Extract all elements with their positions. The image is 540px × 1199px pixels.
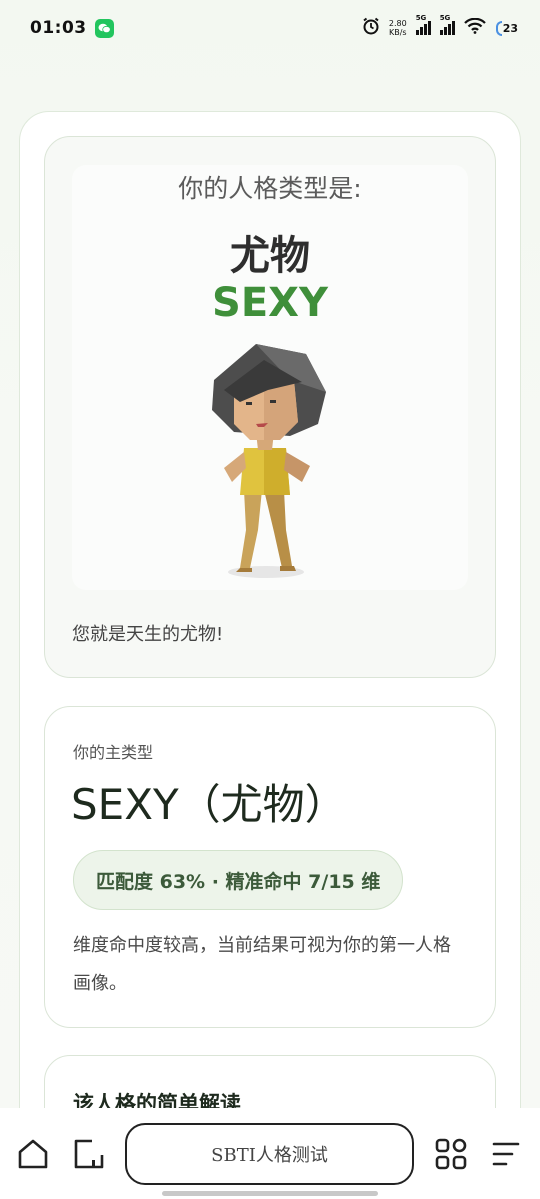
character-illustration (212, 344, 326, 578)
signal-icon-2: 5G (439, 14, 455, 35)
result-poster: 你的人格类型是: 尤物 SEXY (72, 165, 468, 590)
new-tab-icon[interactable] (72, 1137, 106, 1171)
menu-icon[interactable] (490, 1137, 524, 1171)
home-indicator[interactable] (162, 1191, 378, 1196)
wechat-icon (94, 18, 114, 38)
sim1-label: 5G (415, 14, 427, 22)
match-badge: 匹配度 63% · 精准命中 7/15 维 (73, 850, 404, 910)
personality-name: 尤物 (230, 233, 310, 279)
main-type-title: SEXY（尤物） (71, 780, 347, 829)
address-bar[interactable]: SBTI人格测试 (125, 1123, 414, 1185)
battery-level: 23 (502, 21, 518, 35)
wifi-icon (463, 17, 486, 38)
tabs-grid-icon[interactable] (434, 1137, 468, 1171)
net-speed: 2.80 KB/s (389, 19, 407, 37)
main-type-label: 你的主类型 (73, 743, 154, 762)
net-speed-unit: KB/s (388, 28, 407, 37)
status-bar: 01:03 2.80 KB/s 5G 5G 23 (0, 0, 540, 56)
personality-code: SEXY (212, 280, 328, 326)
result-description: 您就是天生的尤物! (72, 624, 224, 645)
main-type-card: 你的主类型 SEXY（尤物） 匹配度 63% · 精准命中 7/15 维 维度命… (44, 706, 496, 1028)
signal-icon: 5G (415, 14, 431, 35)
browser-bottom-bar: SBTI人格测试 (0, 1108, 540, 1199)
alarm-icon (362, 17, 380, 39)
home-icon[interactable] (16, 1137, 50, 1171)
battery-icon: 23 (495, 20, 518, 36)
sim2-label: 5G (439, 14, 451, 22)
status-indicators: 2.80 KB/s 5G 5G 23 (362, 14, 518, 39)
status-time: 01:03 (30, 18, 87, 38)
poster-heading: 你的人格类型是: (178, 174, 362, 203)
net-speed-value: 2.80 (388, 19, 407, 28)
main-type-note: 维度命中度较高，当前结果可视为你的第一人格画像。 (73, 935, 451, 994)
